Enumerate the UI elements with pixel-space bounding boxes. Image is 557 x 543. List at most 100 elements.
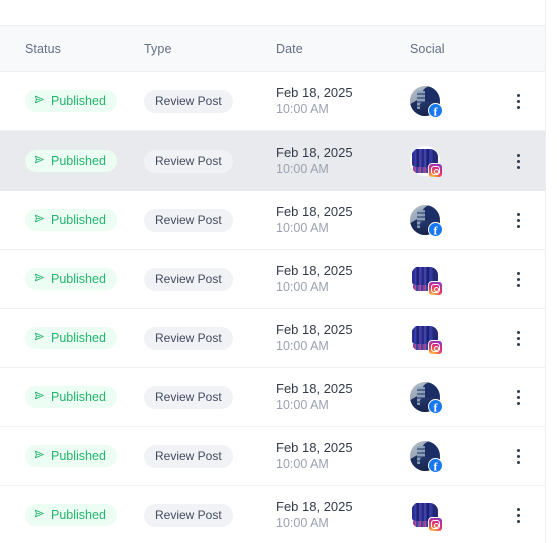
social-account-avatar[interactable]	[410, 264, 443, 296]
post-date: Feb 18, 2025	[276, 380, 353, 396]
facebook-icon: f	[428, 399, 443, 414]
kebab-dot	[517, 165, 520, 169]
post-date: Feb 18, 2025	[276, 321, 353, 337]
cell-type: Review Post	[137, 385, 273, 409]
date-time-group: Feb 18, 2025 10:00 AM	[276, 439, 405, 473]
kebab-menu-icon[interactable]	[508, 208, 530, 232]
kebab-dot	[517, 460, 520, 464]
kebab-menu-icon[interactable]	[508, 267, 530, 291]
post-date: Feb 18, 2025	[276, 84, 353, 100]
status-badge-label: Published	[51, 390, 106, 404]
send-icon	[34, 94, 45, 108]
table-row[interactable]: Published Review Post Feb 18, 2025 10:00…	[0, 250, 545, 309]
cell-social: f	[405, 382, 491, 414]
facebook-f-glyph: f	[433, 223, 438, 237]
cell-social: f	[405, 441, 491, 473]
send-icon	[34, 272, 45, 286]
cell-social: f	[405, 205, 491, 237]
facebook-icon: f	[428, 222, 443, 237]
facebook-f-glyph: f	[433, 400, 438, 414]
cell-date: Feb 18, 2025 10:00 AM	[273, 262, 405, 296]
table-row[interactable]: Published Review Post Feb 18, 2025 10:00…	[0, 368, 545, 427]
kebab-dot	[517, 283, 520, 287]
facebook-f-glyph: f	[433, 459, 438, 473]
instagram-icon	[428, 163, 443, 178]
table-row[interactable]: Published Review Post Feb 18, 2025 10:00…	[0, 131, 545, 191]
instagram-icon	[428, 340, 443, 355]
kebab-dot	[517, 105, 520, 109]
table-row[interactable]: Published Review Post Feb 18, 2025 10:00…	[0, 72, 545, 131]
kebab-dot	[517, 513, 520, 517]
date-time-group: Feb 18, 2025 10:00 AM	[276, 498, 405, 532]
post-date: Feb 18, 2025	[276, 498, 353, 514]
kebab-menu-icon[interactable]	[508, 503, 530, 527]
status-badge: Published	[25, 504, 117, 526]
social-account-avatar[interactable]: f	[410, 441, 443, 473]
post-time: 10:00 AM	[276, 516, 329, 531]
social-account-avatar[interactable]	[410, 500, 443, 532]
post-date: Feb 18, 2025	[276, 144, 353, 160]
column-header-social-label: Social	[410, 41, 445, 56]
social-account-avatar[interactable]: f	[410, 205, 443, 237]
kebab-menu-icon[interactable]	[508, 149, 530, 173]
cell-type: Review Post	[137, 208, 273, 232]
type-badge: Review Post	[144, 326, 233, 350]
status-badge: Published	[25, 150, 117, 172]
cell-type: Review Post	[137, 89, 273, 113]
social-account-avatar[interactable]	[410, 323, 443, 355]
cell-date: Feb 18, 2025 10:00 AM	[273, 439, 405, 473]
type-badge: Review Post	[144, 149, 233, 173]
type-badge: Review Post	[144, 385, 233, 409]
cell-date: Feb 18, 2025 10:00 AM	[273, 321, 405, 355]
date-time-group: Feb 18, 2025 10:00 AM	[276, 84, 405, 118]
cell-actions	[491, 89, 545, 113]
type-badge: Review Post	[144, 444, 233, 468]
social-account-avatar[interactable]: f	[410, 382, 443, 414]
status-badge-label: Published	[51, 154, 106, 168]
table-row[interactable]: Published Review Post Feb 18, 2025 10:00…	[0, 309, 545, 368]
date-time-group: Feb 18, 2025 10:00 AM	[276, 203, 405, 237]
cell-social	[405, 323, 491, 355]
post-time: 10:00 AM	[276, 339, 329, 354]
facebook-icon: f	[428, 103, 443, 118]
status-badge: Published	[25, 445, 117, 467]
date-time-group: Feb 18, 2025 10:00 AM	[276, 380, 405, 414]
status-badge: Published	[25, 386, 117, 408]
status-badge-label: Published	[51, 508, 106, 522]
kebab-dot	[517, 454, 520, 458]
table-row[interactable]: Published Review Post Feb 18, 2025 10:00…	[0, 427, 545, 486]
kebab-dot	[517, 389, 520, 393]
post-time: 10:00 AM	[276, 162, 329, 177]
post-date: Feb 18, 2025	[276, 262, 353, 278]
table-row[interactable]: Published Review Post Feb 18, 2025 10:00…	[0, 191, 545, 250]
column-header-social: Social	[405, 40, 491, 58]
table-body: Published Review Post Feb 18, 2025 10:00…	[0, 72, 545, 543]
column-header-status-label: Status	[25, 41, 62, 56]
cell-social	[405, 500, 491, 532]
post-time: 10:00 AM	[276, 221, 329, 236]
kebab-menu-icon[interactable]	[508, 444, 530, 468]
cell-social	[405, 146, 491, 178]
kebab-dot	[517, 212, 520, 216]
kebab-menu-icon[interactable]	[508, 385, 530, 409]
cell-status: Published	[0, 268, 137, 290]
kebab-dot	[517, 395, 520, 399]
kebab-dot	[517, 330, 520, 334]
cell-type: Review Post	[137, 444, 273, 468]
status-badge-label: Published	[51, 94, 106, 108]
instagram-camera-glyph	[431, 520, 440, 529]
kebab-menu-icon[interactable]	[508, 326, 530, 350]
kebab-dot	[517, 159, 520, 163]
social-account-avatar[interactable]: f	[410, 86, 443, 118]
table-row[interactable]: Published Review Post Feb 18, 2025 10:00…	[0, 486, 545, 543]
instagram-camera-glyph	[431, 166, 440, 175]
status-badge-label: Published	[51, 272, 106, 286]
send-icon	[34, 213, 45, 227]
social-account-avatar[interactable]	[410, 146, 443, 178]
kebab-dot	[517, 99, 520, 103]
table-header-row: Status Type Date Social	[0, 26, 545, 72]
cell-actions	[491, 444, 545, 468]
kebab-dot	[517, 507, 520, 511]
kebab-menu-icon[interactable]	[508, 89, 530, 113]
instagram-camera-glyph	[431, 343, 440, 352]
